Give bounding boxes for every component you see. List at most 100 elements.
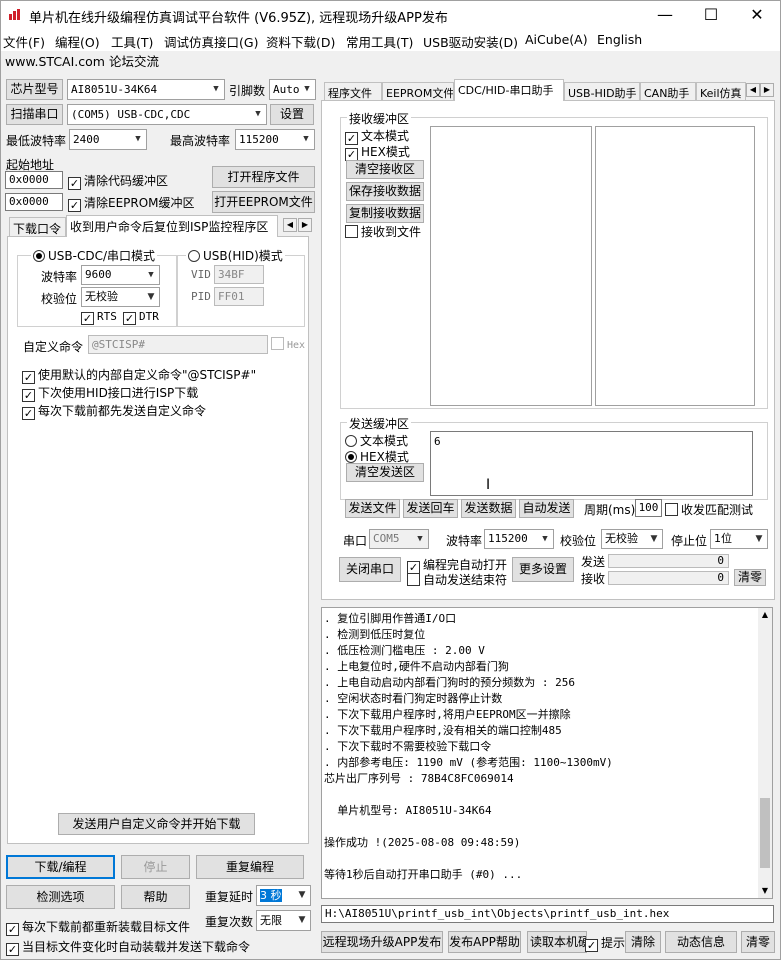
- open-eeprom-file-button[interactable]: 打开EEPROM文件: [212, 191, 315, 213]
- download-program-button[interactable]: 下载/编程: [6, 855, 115, 879]
- port-select[interactable]: (COM5) USB-CDC,CDC ▼: [67, 104, 267, 125]
- hex-checkbox[interactable]: Hex: [271, 337, 305, 351]
- send-data-button[interactable]: 发送数据: [461, 499, 516, 518]
- clear-counts-button[interactable]: 清零: [734, 569, 766, 586]
- help-button[interactable]: 帮助: [121, 885, 190, 909]
- stop-button[interactable]: 停止: [121, 855, 190, 879]
- menu-usb-driver[interactable]: USB驱动安装(D): [423, 32, 518, 51]
- send-custom-before-checkbox[interactable]: ✓ 每次下载前都先发送自定义命令: [22, 402, 206, 420]
- scroll-down-icon[interactable]: ▼: [758, 884, 772, 898]
- send-file-button[interactable]: 发送文件: [345, 499, 400, 518]
- baud-select[interactable]: 9600 ▼: [81, 265, 160, 285]
- chip-model-button[interactable]: 芯片型号: [6, 79, 63, 100]
- send-return-button[interactable]: 发送回车: [403, 499, 458, 518]
- reload-before-download-checkbox[interactable]: ✓ 每次下载前都重新装载目标文件: [6, 918, 190, 936]
- log-line: . 空闲状态时看门狗定时器停止计数: [324, 692, 503, 705]
- serial-parity-select[interactable]: 无校验 ▼: [601, 529, 663, 549]
- send-text-mode-label: 文本模式: [360, 434, 409, 448]
- menu-program[interactable]: 编程(O): [55, 32, 100, 51]
- menu-debug[interactable]: 调试仿真接口(G): [164, 32, 258, 51]
- tab-usb-hid[interactable]: USB-HID助手: [564, 82, 640, 101]
- tab-cdc-hid-serial[interactable]: CDC/HID-串口助手: [454, 79, 564, 101]
- publish-app-help-button[interactable]: 发布APP帮助: [448, 931, 521, 953]
- custom-command-input[interactable]: @STCISP#: [88, 335, 268, 354]
- tab-program-file[interactable]: 程序文件: [324, 82, 382, 101]
- code-address-input[interactable]: 0x0000: [5, 171, 63, 189]
- save-receive-button[interactable]: 保存接收数据: [346, 182, 424, 201]
- settings-button[interactable]: 设置: [270, 104, 314, 125]
- repeat-delay-select[interactable]: 3 秒 ▼: [256, 885, 311, 906]
- repeat-count-select[interactable]: 无限 ▼: [256, 910, 311, 931]
- copy-receive-button[interactable]: 复制接收数据: [346, 204, 424, 223]
- minimize-button[interactable]: —: [642, 1, 688, 29]
- menu-english[interactable]: English: [597, 32, 642, 47]
- menu-downloads[interactable]: 资料下载(D): [266, 32, 335, 51]
- clear-eeprom-buffer-checkbox[interactable]: ✓ 清除EEPROM缓冲区: [68, 194, 195, 212]
- match-test-checkbox[interactable]: 收发匹配测试: [665, 501, 753, 518]
- tab-scroll-left-icon[interactable]: ◀: [283, 218, 297, 232]
- menu-file[interactable]: 文件(F): [3, 32, 45, 51]
- use-hid-next-checkbox[interactable]: ✓ 下次使用HID接口进行ISP下载: [22, 384, 198, 402]
- reprogram-button[interactable]: 重复编程: [196, 855, 304, 879]
- serial-port-select[interactable]: COM5 ▼: [369, 529, 429, 549]
- clear-code-buffer-checkbox[interactable]: ✓ 清除代码缓冲区: [68, 172, 168, 190]
- remote-upgrade-button[interactable]: 远程现场升级APP发布: [321, 931, 443, 953]
- vid-input[interactable]: 34BF: [214, 265, 264, 284]
- clear-receive-button[interactable]: 清空接收区: [346, 160, 424, 179]
- detect-options-button[interactable]: 检测选项: [6, 885, 115, 909]
- min-baud-select[interactable]: 2400 ▼: [69, 129, 147, 150]
- output-log[interactable]: . 复位引脚用作普通I/O口 . 检测到低压时复位 . 低压检测门槛电压 : 2.0…: [321, 607, 773, 899]
- tab-scroll-left-icon[interactable]: ◀: [746, 83, 760, 97]
- tab-scroll-right-icon[interactable]: ▶: [298, 218, 312, 232]
- auto-send-terminator-checkbox[interactable]: 自动发送结束符: [407, 571, 507, 588]
- receive-to-file-checkbox[interactable]: 接收到文件: [345, 223, 421, 240]
- scan-port-button[interactable]: 扫描串口: [6, 104, 63, 125]
- eeprom-address-input[interactable]: 0x0000: [5, 193, 63, 211]
- scroll-up-icon[interactable]: ▲: [758, 608, 772, 622]
- dynamic-info-button[interactable]: 动态信息: [665, 931, 737, 953]
- hid-mode-radio[interactable]: USB(HID)模式: [186, 247, 285, 264]
- serial-baud-select[interactable]: 115200 ▼: [484, 529, 554, 549]
- use-default-command-checkbox[interactable]: ✓ 使用默认的内部自定义命令"@STCISP#": [22, 366, 256, 384]
- tab-scroll-right-icon[interactable]: ▶: [760, 83, 774, 97]
- close-button[interactable]: ✕: [734, 1, 780, 29]
- maximize-button[interactable]: ☐: [688, 1, 734, 29]
- dtr-checkbox[interactable]: ✓ DTR: [123, 309, 159, 325]
- cdc-mode-radio[interactable]: USB-CDC/串口模式: [31, 247, 158, 264]
- clear-zero-button[interactable]: 清零: [741, 931, 775, 953]
- send-text-mode-radio[interactable]: 文本模式: [345, 432, 408, 449]
- period-input[interactable]: 100: [635, 499, 662, 517]
- recv-hex-mode-checkbox[interactable]: ✓ HEX模式: [345, 143, 410, 161]
- open-program-file-button[interactable]: 打开程序文件: [212, 166, 315, 188]
- max-baud-select[interactable]: 115200 ▼: [235, 129, 315, 150]
- menu-tools[interactable]: 工具(T): [111, 32, 153, 51]
- clear-send-button[interactable]: 清空发送区: [346, 463, 424, 482]
- receive-text-area[interactable]: [595, 126, 755, 406]
- pins-select[interactable]: Auto ▼: [269, 79, 316, 100]
- more-settings-button[interactable]: 更多设置: [512, 557, 574, 582]
- hint-checkbox[interactable]: ✓ 提示: [585, 934, 625, 952]
- tab-download-password[interactable]: 下载口令: [9, 217, 66, 237]
- chip-model-select[interactable]: AI8051U-34K64 ▼: [67, 79, 225, 100]
- receive-hex-area[interactable]: [430, 126, 592, 406]
- menu-common-tools[interactable]: 常用工具(T): [346, 32, 413, 51]
- auto-reload-on-change-checkbox[interactable]: ✓ 当目标文件变化时自动装载并发送下载命令: [6, 938, 250, 956]
- parity-select[interactable]: 无校验 ▼: [81, 287, 160, 307]
- pid-input[interactable]: FF01: [214, 287, 264, 306]
- tab-reset-to-isp[interactable]: 收到用户命令后复位到ISP监控程序区: [66, 215, 278, 237]
- menu-aicube[interactable]: AiCube(A): [525, 32, 588, 47]
- log-scrollbar[interactable]: ▲ ▼: [758, 608, 772, 898]
- send-text-area[interactable]: 6: [430, 431, 753, 496]
- tab-eeprom-file[interactable]: EEPROM文件: [382, 82, 454, 101]
- scroll-thumb[interactable]: [760, 798, 770, 868]
- clear-log-button[interactable]: 清除: [625, 931, 661, 953]
- stop-bits-select[interactable]: 1位 ▼: [710, 529, 768, 549]
- rts-checkbox[interactable]: ✓ RTS: [81, 309, 117, 325]
- close-port-button[interactable]: 关闭串口: [339, 557, 401, 582]
- read-serial-button[interactable]: 读取本机硬: [527, 931, 587, 953]
- site-link[interactable]: www.STCAI.com 论坛交流: [5, 51, 159, 70]
- send-custom-start-download-button[interactable]: 发送用户自定义命令并开始下载: [58, 813, 255, 835]
- tab-can[interactable]: CAN助手: [640, 82, 696, 101]
- auto-send-button[interactable]: 自动发送: [519, 499, 574, 518]
- tab-keil-sim[interactable]: Keil仿真: [696, 82, 746, 101]
